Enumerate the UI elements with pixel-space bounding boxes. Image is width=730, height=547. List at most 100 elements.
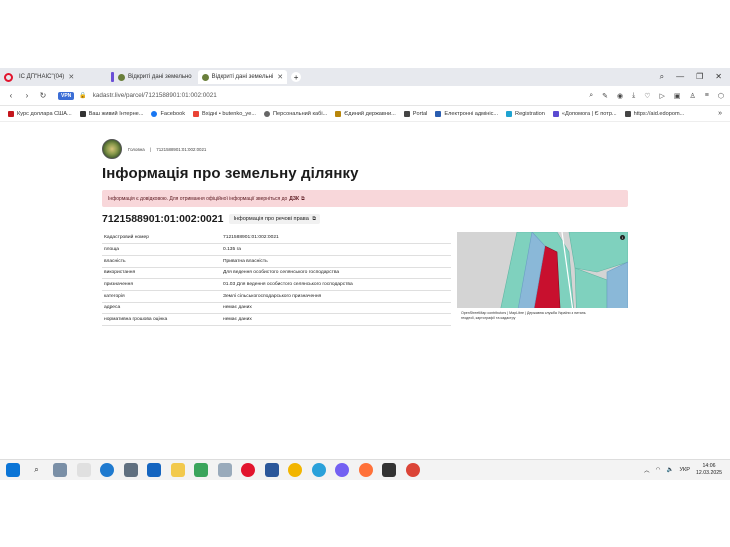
back-icon[interactable]: ‹ (6, 91, 16, 100)
app-icon[interactable] (76, 463, 91, 477)
bookmark-item[interactable]: Portal (403, 110, 428, 117)
word-icon[interactable] (264, 463, 279, 477)
search-icon[interactable]: ⌕ (30, 463, 44, 477)
property-rights-button[interactable]: Інформація про речові права ⧉ (229, 214, 320, 224)
search-page-icon[interactable]: ⌕ (589, 92, 593, 100)
kadastr-favicon-icon (118, 73, 125, 81)
detail-value: немає даних (221, 313, 451, 326)
telegram-icon[interactable] (311, 463, 326, 477)
play-icon[interactable]: ▷ (659, 92, 664, 100)
bookmark-label: Portal (412, 110, 428, 117)
close-icon[interactable]: ✕ (277, 73, 283, 81)
attribution-agency-cont: геодезії, картографії та кадастру (461, 316, 516, 320)
tab-nais[interactable]: ІС ДП"НАІС"(04) ✕ (15, 70, 105, 84)
app-icon[interactable] (217, 463, 232, 477)
windows-start-icon[interactable] (6, 463, 20, 477)
breadcrumb-home[interactable]: Головна (128, 147, 145, 152)
heart-icon[interactable]: ♡ (644, 92, 650, 100)
breadcrumb: Головна | 7121588901:01:002:0021 (102, 138, 628, 160)
chrome-icon[interactable] (288, 463, 302, 477)
volume-icon[interactable]: 🔈 (667, 467, 674, 473)
bookmark-icon (79, 110, 86, 117)
bookmark-label: Курс доллара США... (17, 110, 72, 117)
bookmark-label: Єдиний державни... (344, 110, 396, 117)
bookmark-label: https://aid.edopom... (633, 110, 685, 117)
page-content: Головна | 7121588901:01:002:0021 Інформа… (102, 138, 628, 326)
table-row: Кадастровий номер 7121588901:01:002:0021 (102, 232, 451, 245)
bookmark-label: Вхідні • butenko_ye... (202, 110, 256, 117)
mail-icon[interactable] (147, 463, 161, 477)
close-icon[interactable]: ✕ (68, 73, 74, 81)
bookmark-item[interactable]: Вхідні • butenko_ye... (193, 110, 256, 117)
bookmark-item[interactable]: «Допомога | Є потр... (552, 110, 617, 117)
tab-open-data-2[interactable]: Відкриті дані земельні ✕ (197, 70, 288, 84)
new-tab-button[interactable]: + (291, 72, 302, 82)
camera-icon[interactable]: ◉ (617, 92, 623, 100)
minimize-icon[interactable]: — (676, 72, 684, 82)
clock[interactable]: 14:06 12.03.2025 (696, 463, 722, 477)
bookmark-icon (335, 110, 342, 117)
chevron-up-icon[interactable]: ︿ (644, 466, 650, 474)
bookmark-label: Facebook (160, 110, 186, 117)
wallet-icon[interactable]: ▣ (674, 92, 681, 100)
browser-window: ІС ДП"НАІС"(04) ✕ Відкриті дані земельно… (0, 68, 730, 480)
bookmark-item[interactable]: Електронні адмініс... (435, 110, 498, 117)
detail-value: Землі сільськогосподарського призначення (221, 290, 451, 303)
bookmark-item[interactable]: Registration (506, 110, 545, 117)
bookmark-item[interactable]: Курс доллара США... (8, 110, 72, 117)
tab-separator (111, 72, 114, 82)
detail-key: адреса (102, 302, 221, 315)
bookmarks-bar: Курс доллара США... Ваш живий Інтерне...… (0, 106, 730, 122)
system-tray: ︿ ◠ 🔈 УКР 14:06 12.03.2025 (644, 463, 722, 477)
close-window-icon[interactable]: ✕ (715, 72, 722, 82)
viber-icon[interactable] (335, 463, 349, 477)
app-icon[interactable] (382, 463, 396, 477)
bookmark-item[interactable]: Ваш живий Інтерне... (79, 110, 143, 117)
translate-icon[interactable]: ✎ (602, 92, 608, 100)
network-icon[interactable]: ◠ (656, 467, 661, 473)
tab-label: Відкриті дані земельно (128, 74, 192, 80)
menu-icon[interactable]: ≡ (705, 92, 709, 100)
edge-icon[interactable] (100, 463, 114, 477)
opera-logo-icon[interactable] (4, 72, 13, 82)
forward-icon[interactable]: › (22, 91, 32, 100)
vpn-badge[interactable]: VPN (58, 91, 75, 100)
tab-label: ІС ДП"НАІС"(04) (19, 74, 65, 80)
app-icon[interactable] (123, 463, 138, 477)
parcel-map[interactable]: i OpenStreetMap contributors | MapLibre … (457, 232, 628, 326)
parcel-id: 7121588901:01:002:0021 (102, 213, 224, 225)
app-icon[interactable] (194, 463, 208, 477)
opera-icon[interactable] (241, 463, 255, 477)
gmail-icon (193, 110, 200, 117)
detail-value: немає даних (221, 302, 451, 315)
bookmark-item[interactable]: Персональний кабі... (264, 110, 327, 117)
firefox-icon[interactable] (358, 463, 373, 477)
more-bookmarks-icon[interactable]: » (718, 110, 722, 117)
app-icon[interactable] (53, 463, 67, 477)
property-rights-label: Інформація про речові права (233, 216, 309, 222)
tab-open-data-1[interactable]: Відкриті дані земельно (107, 70, 196, 84)
lock-icon[interactable]: 🔒 (79, 92, 86, 99)
dzk-link[interactable]: ДЗК (289, 196, 299, 202)
url-field[interactable]: kadastr.live/parcel/7121588901:01:002:00… (93, 92, 217, 99)
extensions-icon[interactable]: ⬡ (718, 92, 724, 100)
bookmark-icon (506, 110, 513, 117)
detail-key: власність (102, 255, 221, 268)
profile-icon[interactable]: ♙ (690, 92, 696, 100)
search-icon[interactable]: ⌕ (660, 72, 664, 82)
bookmark-item[interactable]: Facebook (151, 110, 186, 117)
clock-time: 14:06 (702, 463, 716, 469)
reload-icon[interactable]: ↻ (38, 91, 48, 100)
bookmark-item[interactable]: https://aid.edopom... (624, 110, 685, 117)
restore-icon[interactable]: ❐ (696, 72, 703, 82)
language-indicator[interactable]: УКР (679, 467, 690, 473)
site-logo[interactable] (102, 139, 122, 159)
detail-key: використання (102, 267, 221, 280)
download-icon[interactable]: ⤓ (632, 92, 635, 100)
chrome-icon[interactable] (405, 463, 420, 477)
folder-icon[interactable] (170, 463, 185, 477)
attribution-osm[interactable]: OpenStreetMap contributors | MapLibre (461, 311, 524, 315)
bookmark-item[interactable]: Єдиний державни... (335, 110, 396, 117)
windows-taskbar: ⌕ ︿ ◠ 🔈 УКР 14:06 12.03.2025 (0, 459, 730, 480)
info-icon[interactable]: i (620, 235, 625, 240)
